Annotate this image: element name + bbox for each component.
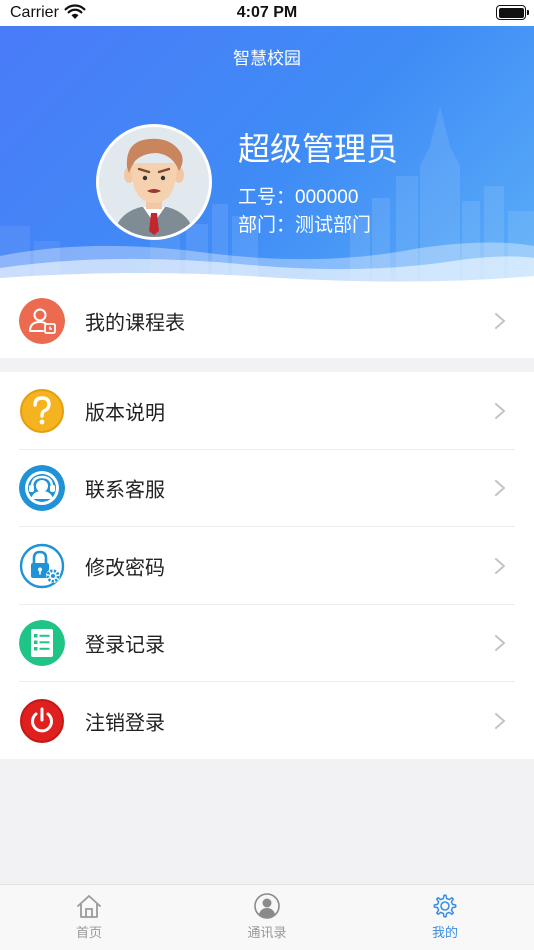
schedule-icon [19, 298, 65, 344]
question-icon [20, 388, 64, 433]
chevron-right-icon [495, 402, 505, 419]
tab-home[interactable]: 首页 [44, 893, 134, 941]
profile-header: 智慧校园 超级管理员 工号：000000 部门：测试部门 [0, 26, 534, 284]
menu-item-version[interactable]: 版本说明 [0, 372, 534, 450]
tab-label: 通讯录 [247, 925, 287, 940]
user-name: 超级管理员 [238, 131, 399, 167]
menu-item-schedule[interactable]: 我的课程表 [0, 284, 534, 358]
contacts-icon [254, 893, 280, 919]
department: 部门：测试部门 [238, 215, 372, 236]
chevron-right-icon [495, 712, 505, 729]
status-bar: Carrier 4:07 PM [0, 0, 534, 26]
tab-bar: 首页 通讯录 我的 [0, 884, 534, 950]
menu-item-password[interactable]: 修改密码 [0, 527, 534, 605]
menu-item-label: 版本说明 [85, 402, 165, 425]
menu-item-label: 注销登录 [85, 712, 165, 735]
menu-item-login-log[interactable]: 登录记录 [0, 605, 534, 682]
chevron-right-icon [495, 313, 505, 329]
power-icon [20, 698, 64, 743]
menu-group-primary: 我的课程表 [0, 284, 534, 358]
home-icon [77, 895, 101, 918]
chevron-right-icon [495, 557, 505, 574]
avatar[interactable] [96, 124, 212, 240]
lock-gear-icon [19, 543, 65, 588]
employee-id: 工号：000000 [238, 187, 359, 208]
menu-group-settings: 版本说明 联系客服 修改密码 登录记录 注销登录 [0, 372, 534, 759]
menu-item-label: 我的课程表 [85, 312, 185, 335]
clock: 4:07 PM [236, 4, 298, 21]
headset-icon [19, 465, 65, 512]
menu-item-support[interactable]: 联系客服 [0, 450, 534, 527]
gear-icon [433, 894, 457, 918]
tab-label: 首页 [75, 925, 102, 940]
battery-icon [496, 5, 529, 20]
list-icon [19, 620, 65, 667]
header-wave-decoration [0, 242, 534, 284]
page-title: 智慧校园 [233, 49, 301, 68]
tab-label: 我的 [431, 925, 458, 940]
menu-item-logout[interactable]: 注销登录 [0, 682, 534, 760]
menu-item-label: 登录记录 [85, 634, 165, 657]
chevron-right-icon [495, 480, 505, 497]
menu-item-label: 修改密码 [85, 557, 165, 580]
menu-item-label: 联系客服 [85, 479, 165, 502]
chevron-right-icon [495, 635, 505, 652]
tab-contacts[interactable]: 通讯录 [222, 893, 312, 941]
tab-mine[interactable]: 我的 [400, 893, 490, 941]
